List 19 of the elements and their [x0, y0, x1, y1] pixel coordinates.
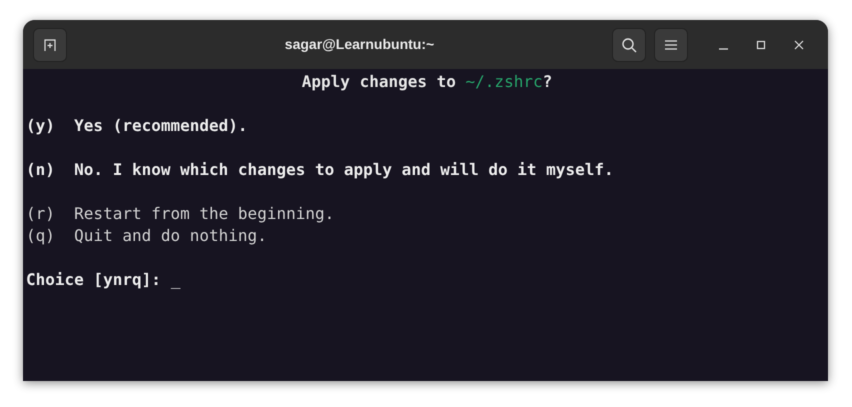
- close-icon: [794, 40, 804, 50]
- search-icon: [621, 36, 637, 52]
- question-text: ?: [542, 72, 552, 91]
- question-text: ~/.zshrc: [466, 72, 543, 91]
- search-button[interactable]: [612, 28, 646, 62]
- prompt-text: Choice [ynrq]:: [26, 269, 161, 291]
- question-text: Apply changes to: [302, 72, 457, 91]
- minimize-icon: [718, 48, 728, 50]
- cursor: _: [170, 269, 180, 291]
- menu-button[interactable]: [654, 28, 688, 62]
- maximize-icon: [756, 40, 766, 50]
- option-line: (r) Restart from the beginning.: [26, 203, 334, 225]
- window-title: sagar@Learnubuntu:~: [284, 35, 436, 54]
- option-line: (q) Quit and do nothing.: [26, 225, 267, 247]
- menu-icon: [665, 40, 677, 50]
- option-line: (n) No. I know which changes to apply and will do it myself.: [26, 159, 614, 181]
- new-tab-button[interactable]: [33, 28, 67, 62]
- new-tab-icon: [43, 38, 57, 52]
- option-line: (y) Yes (recommended).: [26, 115, 248, 137]
